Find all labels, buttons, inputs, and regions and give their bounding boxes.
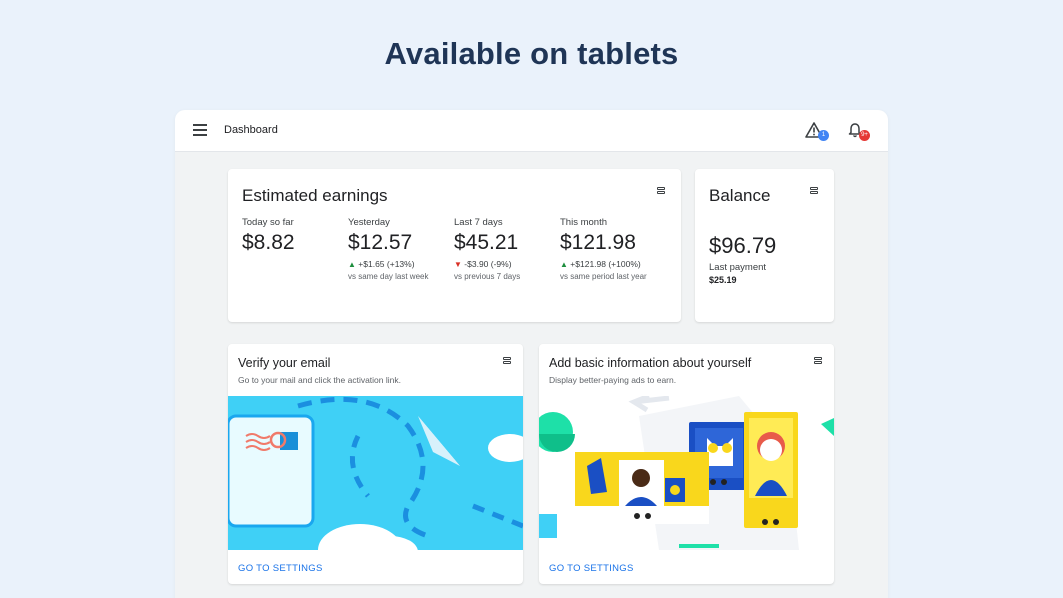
estimated-earnings-card: Estimated earnings Today so far $8.82 Ye… [228,169,681,322]
tablet-frame: Dashboard 1 9+ Estimated earnings Today … [175,110,888,598]
app-bar: Dashboard 1 9+ [175,110,888,152]
go-to-settings-link[interactable]: GO TO SETTINGS [238,563,323,574]
down-arrow-icon: ▼ [454,260,462,269]
profile-illustration [539,396,834,550]
stat-value: $8.82 [242,231,295,254]
add-info-card: Add basic information about yourself Dis… [539,344,834,584]
task-title: Add basic information about yourself [549,356,752,370]
warning-icon[interactable]: 1 [805,122,829,142]
stat-label: Today so far [242,217,294,228]
stat-value: $121.98 [560,231,636,254]
task-subtitle: Display better-paying ads to earn. [549,375,677,385]
bell-icon[interactable]: 9+ [847,122,871,142]
stat-value: $12.57 [348,231,413,254]
stat-change: -$3.90 (-9%) [464,259,512,269]
up-arrow-icon: ▲ [348,260,356,269]
warning-count-badge: 1 [818,130,829,141]
email-illustration [228,396,523,550]
last-payment-label: Last payment [709,262,767,273]
task-subtitle: Go to your mail and click the activation… [238,375,401,385]
card-menu-icon[interactable] [810,187,818,195]
stat-label: This month [560,217,607,228]
balance-value: $96.79 [709,233,777,258]
task-title: Verify your email [238,356,331,370]
earnings-title: Estimated earnings [242,186,388,205]
card-menu-icon[interactable] [503,357,511,365]
notification-count-badge: 9+ [859,130,870,141]
stat-comparison: vs same day last week [348,272,429,281]
card-menu-icon[interactable] [814,357,822,365]
stat-change: +$1.65 (+13%) [358,259,415,269]
stat-yesterday: Yesterday $12.57 ▲ +$1.65 (+13%) vs same… [348,217,454,281]
stat-change: +$121.98 (+100%) [570,259,641,269]
stat-today: Today so far $8.82 [242,217,348,255]
verify-email-card: Verify your email Go to your mail and cl… [228,344,523,584]
menu-icon[interactable] [193,124,207,136]
stat-last-7-days: Last 7 days $45.21 ▼ -$3.90 (-9%) vs pre… [454,217,560,281]
go-to-settings-link[interactable]: GO TO SETTINGS [549,563,634,574]
stat-this-month: This month $121.98 ▲ +$121.98 (+100%) vs… [560,217,666,281]
app-bar-title: Dashboard [224,124,278,136]
up-arrow-icon: ▲ [560,260,568,269]
balance-title: Balance [709,186,771,205]
stat-comparison: vs same period last year [560,272,647,281]
stat-label: Yesterday [348,217,390,228]
stat-value: $45.21 [454,231,519,254]
balance-card: Balance $96.79 Last payment $25.19 [695,169,834,322]
last-payment-value: $25.19 [709,275,737,285]
card-menu-icon[interactable] [657,187,665,195]
page-headline: Available on tablets [384,36,679,71]
stat-comparison: vs previous 7 days [454,272,521,281]
stat-label: Last 7 days [454,217,503,228]
